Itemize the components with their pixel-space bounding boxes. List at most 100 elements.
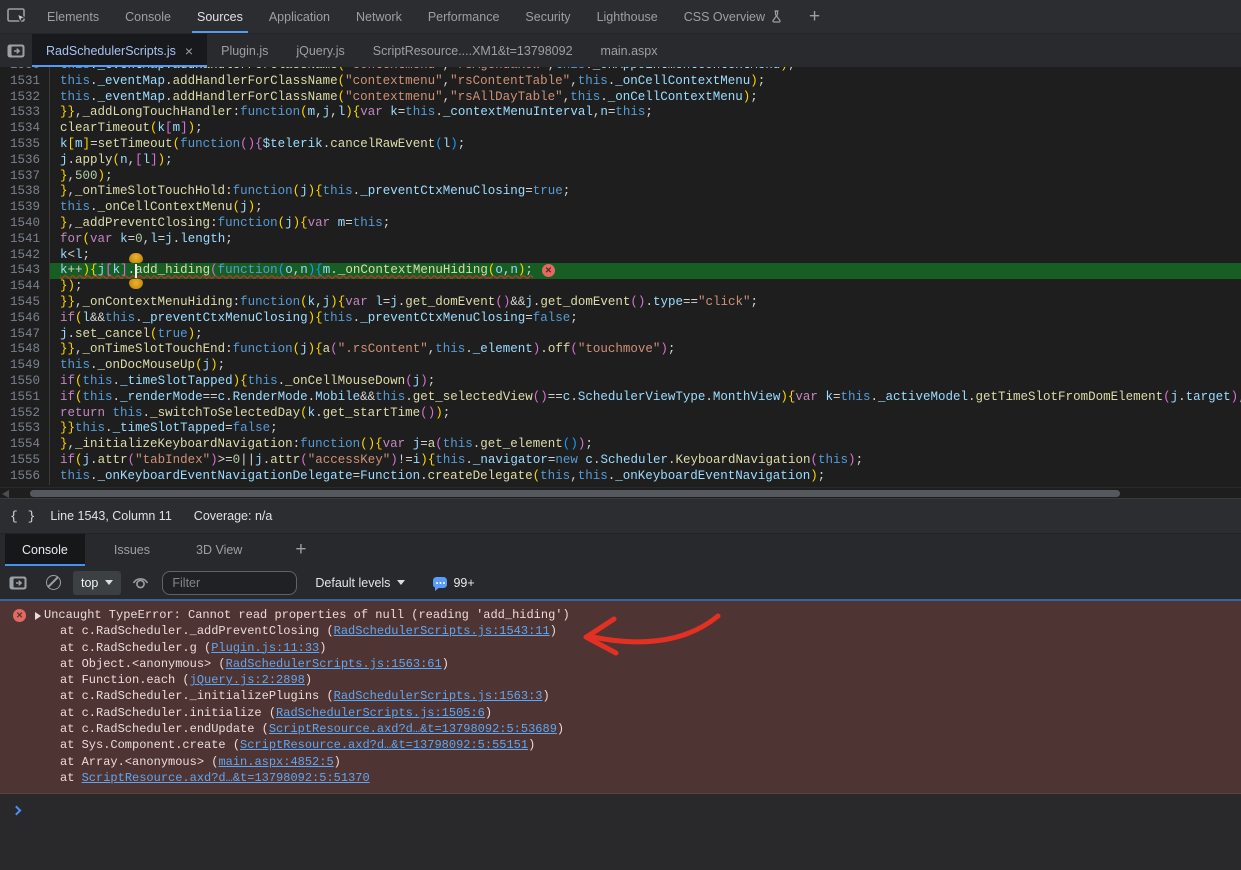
source-location-link[interactable]: RadSchedulerScripts.js:1563:3 [334,689,543,703]
file-tab-plugin-js[interactable]: Plugin.js [207,34,282,67]
code-line[interactable]: 1546if(l&&this._preventCtxMenuClosing){t… [0,311,1241,327]
source-location-link[interactable]: RadSchedulerScripts.js:1543:11 [334,624,550,638]
code-line[interactable]: 1536j.apply(n,[l]); [0,153,1241,169]
pretty-print-icon[interactable]: { } [10,509,36,524]
file-tab-main-aspx[interactable]: main.aspx [587,34,672,67]
code-line[interactable]: 1542k<l; [0,248,1241,264]
code-line[interactable]: 1532this._eventMap.addHandlerForClassNam… [0,90,1241,106]
drawer-tab-3d-view[interactable]: 3D View [179,534,259,566]
line-number[interactable]: 1555 [0,453,50,469]
show-navigator-icon[interactable] [0,34,32,67]
code-line[interactable]: 1550if(this._timeSlotTapped){this._onCel… [0,374,1241,390]
line-number[interactable]: 1532 [0,90,50,106]
code-line[interactable]: 1556this._onKeyboardEventNavigationDeleg… [0,469,1241,485]
line-number[interactable]: 1533 [0,105,50,121]
tab-lighthouse[interactable]: Lighthouse [584,0,671,33]
code-line[interactable]: 1549this._onDocMouseUp(j); [0,358,1241,374]
line-number[interactable]: 1553 [0,421,50,437]
console-filter-input[interactable] [162,571,297,595]
tab-security[interactable]: Security [512,0,583,33]
default-levels-dropdown[interactable]: Default levels [315,576,405,590]
clear-console-icon[interactable] [46,575,61,590]
line-number[interactable]: 1538 [0,184,50,200]
live-expression-eye-icon[interactable] [131,575,150,590]
code-line[interactable]: 1555if(j.attr("tabIndex")>=0||j.attr("ac… [0,453,1241,469]
show-console-sidebar-icon[interactable] [0,576,36,590]
code-line[interactable]: 1538},_onTimeSlotTouchHold:function(j){t… [0,184,1241,200]
tab-application[interactable]: Application [256,0,343,33]
tab-elements[interactable]: Elements [34,0,112,33]
line-number[interactable]: 1548 [0,342,50,358]
line-number[interactable]: 1545 [0,295,50,311]
javascript-context-dropdown[interactable]: top [73,571,121,595]
code-line[interactable]: 1530this._eventMap.addHandlerForClassNam… [0,67,1241,74]
source-location-link[interactable]: main.aspx:4852:5 [218,755,333,769]
code-line[interactable]: 1543k++){j[k].add_hiding(function(o,n){m… [0,263,1241,279]
code-line[interactable]: 1531this._eventMap.addHandlerForClassNam… [0,74,1241,90]
line-number[interactable]: 1546 [0,311,50,327]
selection-handle[interactable] [129,253,143,263]
tab-console[interactable]: Console [112,0,184,33]
line-number[interactable]: 1536 [0,153,50,169]
code-line[interactable]: 1533}},_addLongTouchHandler:function(m,j… [0,105,1241,121]
line-number[interactable]: 1544 [0,279,50,295]
line-number[interactable]: 1540 [0,216,50,232]
line-number[interactable]: 1530 [0,67,50,74]
tab-performance[interactable]: Performance [415,0,513,33]
code-line[interactable]: 1545}},_onContextMenuHiding:function(k,j… [0,295,1241,311]
line-number[interactable]: 1552 [0,406,50,422]
file-tab-radschedulerscripts-js[interactable]: RadSchedulerScripts.js× [32,34,207,67]
file-tab-scriptresource-xm1-t-13798092[interactable]: ScriptResource....XM1&t=13798092 [359,34,587,67]
code-line[interactable]: 1539this._onCellContextMenu(j); [0,200,1241,216]
line-number[interactable]: 1541 [0,232,50,248]
code-line[interactable]: 1548}},_onTimeSlotTouchEnd:function(j){a… [0,342,1241,358]
tab-network[interactable]: Network [343,0,415,33]
code-line[interactable]: 1540},_addPreventClosing:function(j){var… [0,216,1241,232]
source-location-link[interactable]: ScriptResource.axd?d…&t=13798092:5:53689 [269,722,557,736]
editor-horizontal-scrollbar[interactable] [0,487,1241,498]
source-location-link[interactable]: Plugin.js:11:33 [211,641,319,655]
line-number[interactable]: 1550 [0,374,50,390]
source-location-link[interactable]: RadSchedulerScripts.js:1563:61 [226,657,442,671]
code-line[interactable]: 1553}}this._timeSlotTapped=false; [0,421,1241,437]
scrollbar-thumb[interactable] [30,490,1120,498]
line-number[interactable]: 1556 [0,469,50,485]
file-tab-jquery-js[interactable]: jQuery.js [282,34,358,67]
tab-sources[interactable]: Sources [184,0,256,33]
line-number[interactable]: 1554 [0,437,50,453]
drawer-tab-console[interactable]: Console [5,534,85,566]
line-number[interactable]: 1543 [0,263,50,279]
code-line[interactable]: 1554},_initializeKeyboardNavigation:func… [0,437,1241,453]
code-line[interactable]: 1541for(var k=0,l=j.length; [0,232,1241,248]
source-location-link[interactable]: ScriptResource.axd?d…&t=13798092:5:51370 [82,771,370,785]
source-editor[interactable]: 1530this._eventMap.addHandlerForClassNam… [0,67,1241,487]
line-number[interactable]: 1542 [0,248,50,264]
code-line[interactable]: 1552return this._switchToSelectedDay(k.g… [0,406,1241,422]
code-line[interactable]: 1547j.set_cancel(true); [0,327,1241,343]
console-prompt[interactable] [0,798,1241,822]
expand-triangle-icon[interactable] [35,612,41,620]
code-line[interactable]: 1551if(this._renderMode==c.RenderMode.Mo… [0,390,1241,406]
line-number[interactable]: 1547 [0,327,50,343]
more-tabs-button[interactable]: + [795,0,834,33]
inspect-element-icon[interactable] [0,0,34,33]
line-number[interactable]: 1535 [0,137,50,153]
tab-css-overview[interactable]: CSS Overview [671,0,795,33]
code-line[interactable]: 1534clearTimeout(k[m]); [0,121,1241,137]
line-number[interactable]: 1539 [0,200,50,216]
line-number[interactable]: 1537 [0,169,50,185]
source-location-link[interactable]: ScriptResource.axd?d…&t=13798092:5:55151 [240,738,528,752]
code-line[interactable]: 1544}); [0,279,1241,295]
line-number[interactable]: 1551 [0,390,50,406]
source-location-link[interactable]: RadSchedulerScripts.js:1505:6 [276,706,485,720]
error-icon[interactable]: ✕ [542,264,555,277]
code-line[interactable]: 1535k[m]=setTimeout(function(){$telerik.… [0,137,1241,153]
code-line[interactable]: 1537},500); [0,169,1241,185]
scrollbar-left-arrow-icon[interactable] [2,490,9,498]
drawer-tab-issues[interactable]: Issues [97,534,167,566]
more-drawer-tabs-button[interactable]: + [285,534,316,566]
line-number[interactable]: 1534 [0,121,50,137]
close-icon[interactable]: × [185,44,193,58]
line-number[interactable]: 1549 [0,358,50,374]
line-number[interactable]: 1531 [0,74,50,90]
